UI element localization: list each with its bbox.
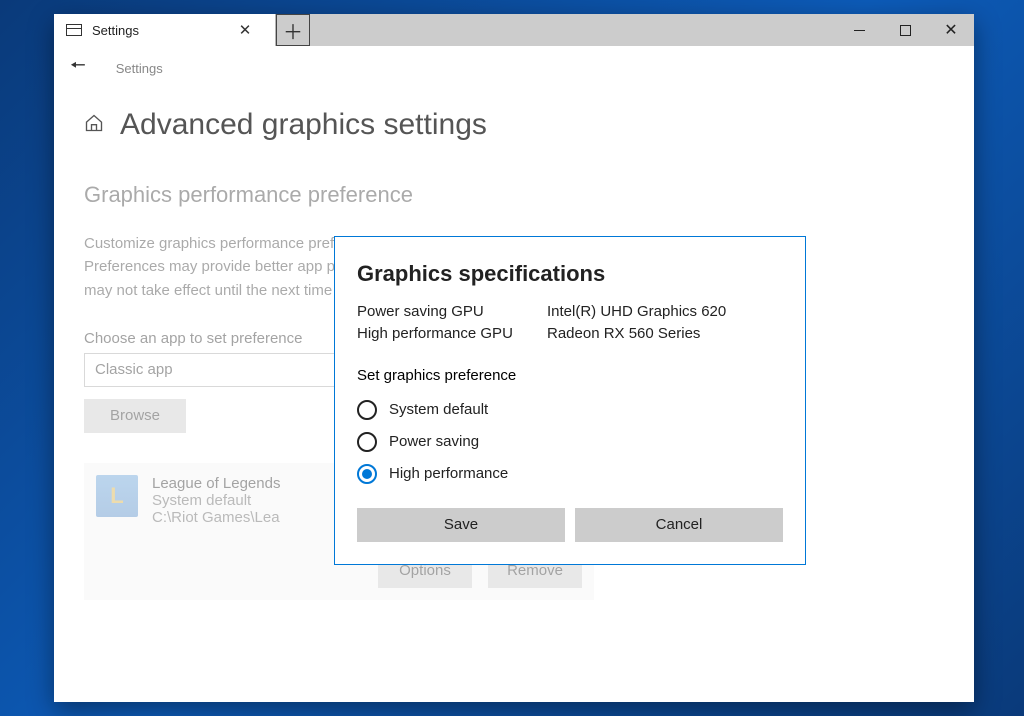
- minimize-button[interactable]: [836, 14, 882, 46]
- preference-heading: Set graphics preference: [357, 367, 783, 384]
- spec-row-high: High performance GPU Radeon RX 560 Serie…: [357, 323, 783, 345]
- radio-icon: [357, 432, 377, 452]
- radio-label: High performance: [389, 465, 508, 482]
- home-icon[interactable]: [84, 113, 104, 138]
- app-path: C:\Riot Games\Lea: [152, 509, 280, 526]
- radio-label: Power saving: [389, 433, 479, 450]
- spec-label: High performance GPU: [357, 323, 547, 345]
- spec-value: Radeon RX 560 Series: [547, 323, 783, 345]
- graphics-spec-dialog: Graphics specifications Power saving GPU…: [334, 236, 806, 565]
- radio-system-default[interactable]: System default: [357, 394, 783, 426]
- close-icon: ✕: [944, 20, 957, 40]
- radio-power-saving[interactable]: Power saving: [357, 426, 783, 458]
- window-controls: ✕: [836, 14, 974, 46]
- browse-button[interactable]: Browse: [84, 399, 186, 433]
- maximize-icon: [900, 25, 911, 36]
- select-value: Classic app: [95, 361, 173, 378]
- app-icon: L: [96, 475, 138, 517]
- app-info: League of Legends System default C:\Riot…: [152, 475, 280, 526]
- maximize-button[interactable]: [882, 14, 928, 46]
- settings-tab-icon: [66, 24, 82, 36]
- app-name: League of Legends: [152, 475, 280, 492]
- page-title: Advanced graphics settings: [120, 108, 487, 142]
- titlebar: Settings ✕ ＋ ✕: [54, 14, 974, 46]
- close-button[interactable]: ✕: [928, 14, 974, 46]
- cancel-button[interactable]: Cancel: [575, 508, 783, 542]
- save-button[interactable]: Save: [357, 508, 565, 542]
- breadcrumb-text: Settings: [116, 61, 163, 76]
- radio-icon-selected: [357, 464, 377, 484]
- spec-label: Power saving GPU: [357, 301, 547, 323]
- plus-icon: ＋: [283, 16, 303, 45]
- page-header: Advanced graphics settings: [54, 90, 974, 142]
- tab-close-button[interactable]: ✕: [231, 14, 259, 46]
- dialog-buttons: Save Cancel: [357, 508, 783, 542]
- breadcrumb: 🠔 Settings: [54, 46, 974, 90]
- section-heading: Graphics performance preference: [84, 182, 944, 208]
- minimize-icon: [854, 30, 865, 31]
- back-button[interactable]: 🠔: [70, 53, 86, 83]
- tab-settings[interactable]: Settings ✕: [54, 14, 276, 46]
- dialog-title: Graphics specifications: [357, 261, 783, 287]
- new-tab-button[interactable]: ＋: [276, 14, 310, 46]
- tab-title: Settings: [92, 23, 221, 38]
- radio-icon: [357, 400, 377, 420]
- app-preference: System default: [152, 492, 280, 509]
- radio-label: System default: [389, 401, 488, 418]
- radio-high-performance[interactable]: High performance: [357, 458, 783, 490]
- settings-window: Settings ✕ ＋ ✕ 🠔 Settings Advanced graph…: [54, 14, 974, 702]
- spec-row-power: Power saving GPU Intel(R) UHD Graphics 6…: [357, 301, 783, 323]
- spec-value: Intel(R) UHD Graphics 620: [547, 301, 783, 323]
